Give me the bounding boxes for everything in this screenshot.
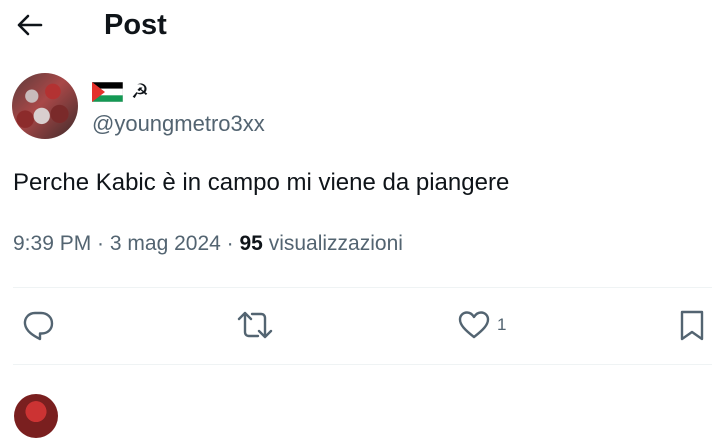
post-text: Perche Kabic è in campo mi viene da pian…: [13, 169, 510, 196]
heart-icon: [458, 311, 490, 339]
reply-avatar[interactable]: [14, 394, 58, 438]
hammer-sickle-icon: ☭: [131, 81, 149, 103]
back-button[interactable]: [14, 8, 46, 42]
post-meta: 9:39 PM · 3 mag 2024 · 95 visualizzazion…: [13, 229, 403, 259]
like-count: 1: [497, 315, 507, 334]
views-label: visualizzazioni: [268, 232, 403, 255]
like-button[interactable]: 1: [457, 305, 506, 345]
post-time[interactable]: 9:39 PM: [13, 229, 91, 259]
views-count: 95: [239, 232, 263, 255]
author-display-name[interactable]: ☭: [92, 80, 149, 104]
divider: [13, 287, 712, 288]
meta-separator: ·: [91, 232, 110, 255]
divider: [13, 364, 712, 365]
bookmark-icon: [680, 310, 704, 341]
reply-button[interactable]: [21, 305, 55, 345]
palestine-flag-icon: [92, 82, 123, 102]
bookmark-button[interactable]: [678, 305, 706, 345]
author-handle[interactable]: @youngmetro3xx: [92, 110, 265, 138]
repost-button[interactable]: [236, 305, 274, 345]
repost-icon: [237, 311, 273, 339]
post-date[interactable]: 3 mag 2024: [110, 229, 221, 259]
arrow-left-icon: [17, 14, 43, 36]
meta-separator: ·: [220, 232, 240, 255]
reply-icon: [23, 311, 54, 341]
post-header: Post: [0, 0, 712, 52]
page-title: Post: [104, 9, 167, 41]
author-avatar[interactable]: [12, 73, 78, 139]
